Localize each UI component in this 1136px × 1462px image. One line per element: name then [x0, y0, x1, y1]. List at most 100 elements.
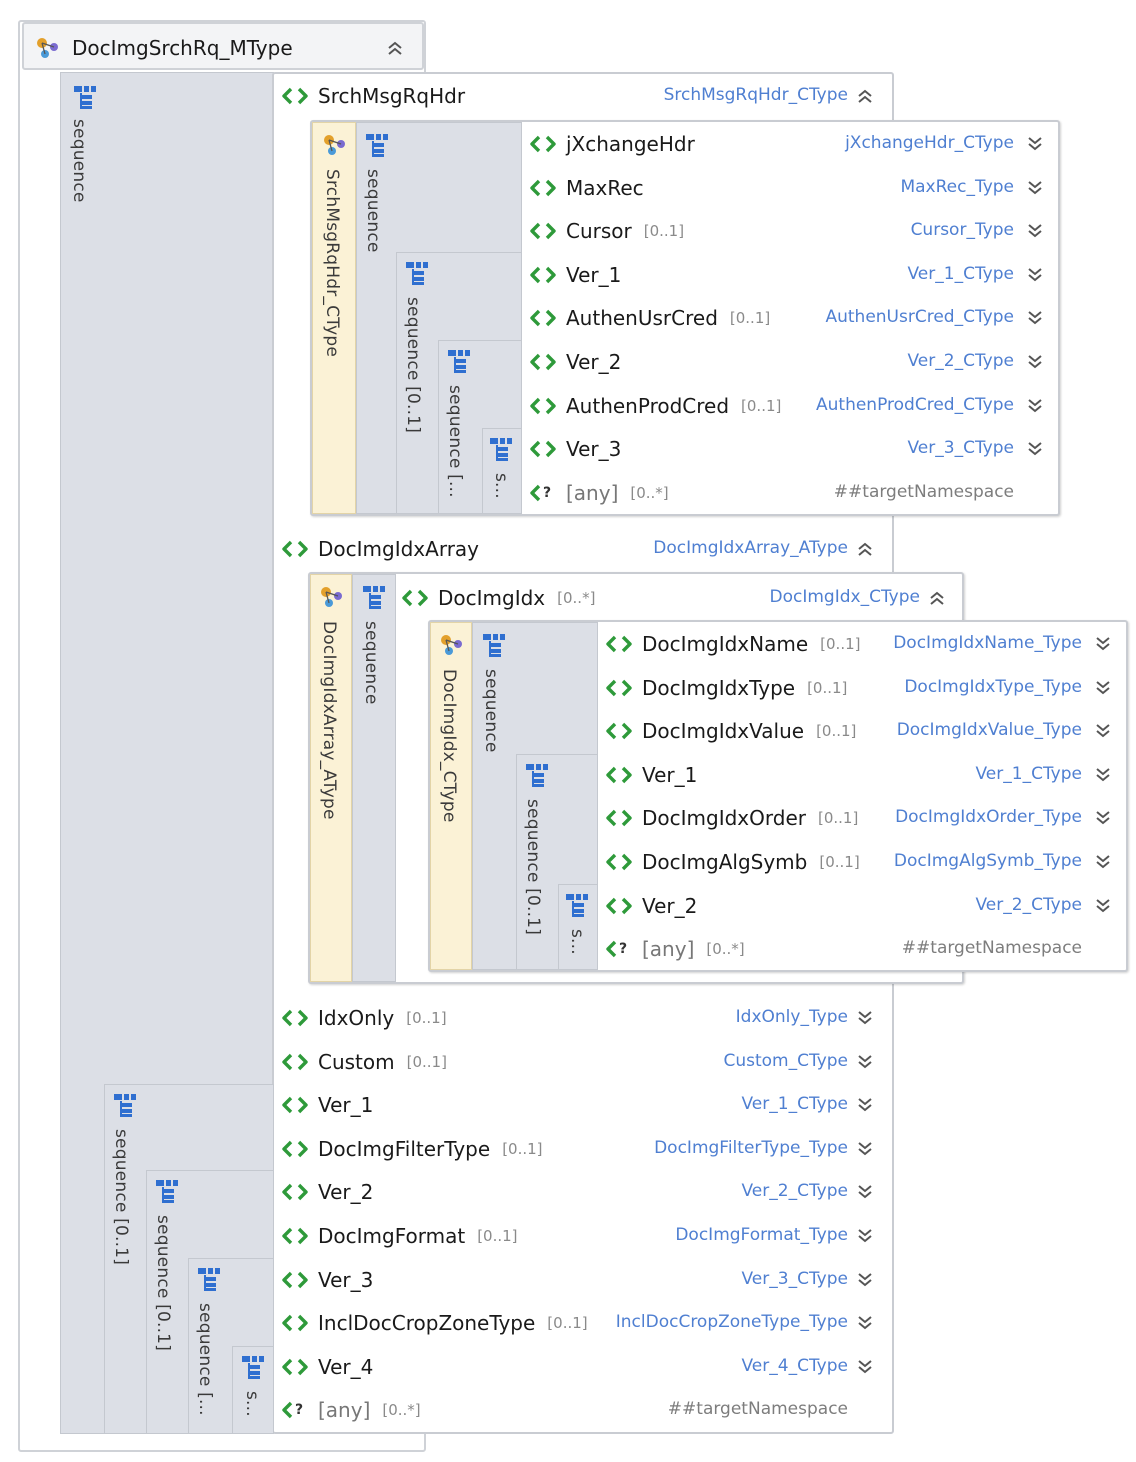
any-element-row[interactable]: [any] [0..*] ##targetNamespace	[530, 473, 1058, 513]
element-authenprodcred[interactable]: AuthenProdCred [0..1] AuthenProdCred_CType	[530, 386, 1058, 426]
root-header[interactable]: DocImgSrchRq_MType	[22, 22, 424, 70]
element-cardinality: [0..*]	[706, 940, 745, 959]
element-type[interactable]: DocImgAlgSymb_Type	[894, 851, 1082, 871]
expand-icon[interactable]	[1026, 179, 1044, 197]
element-cursor[interactable]: Cursor [0..1] Cursor_Type	[530, 211, 1058, 251]
element-ver-2[interactable]: Ver_2 Ver_2_CType	[606, 886, 1126, 926]
expand-icon[interactable]	[1094, 635, 1112, 653]
element-ver-4[interactable]: Ver_4 Ver_4_CType	[282, 1347, 882, 1387]
element-srchmsgrqhdr[interactable]: SrchMsgRqHdr SrchMsgRqHdr_CType	[282, 76, 882, 116]
element-type[interactable]: Ver_2_CType	[742, 1181, 849, 1201]
element-docimgidxtype[interactable]: DocImgIdxType [0..1] DocImgIdxType_Type	[606, 668, 1126, 708]
expand-icon[interactable]	[856, 1009, 874, 1027]
element-type[interactable]: DocImgIdx_CType	[770, 587, 921, 607]
element-authenusrcred[interactable]: AuthenUsrCred [0..1] AuthenUsrCred_CType	[530, 298, 1058, 338]
element-name: MaxRec	[566, 175, 644, 200]
element-docimgidxvalue[interactable]: DocImgIdxValue [0..1] DocImgIdxValue_Type	[606, 711, 1126, 751]
any-element-row[interactable]: [any] [0..*] ##targetNamespace	[282, 1390, 882, 1430]
element-type[interactable]: InclDocCropZoneType_Type	[616, 1312, 848, 1332]
expand-icon[interactable]	[1026, 135, 1044, 153]
element-ver-2[interactable]: Ver_2 Ver_2_CType	[530, 342, 1058, 382]
element-ver-1[interactable]: Ver_1 Ver_1_CType	[282, 1085, 882, 1125]
element-type[interactable]: Ver_3_CType	[908, 438, 1015, 458]
element-docimgidx[interactable]: DocImgIdx [0..*] DocImgIdx_CType	[402, 578, 958, 618]
element-ver-1[interactable]: Ver_1 Ver_1_CType	[530, 255, 1058, 295]
element-name: SrchMsgRqHdr	[318, 84, 466, 108]
collapse-icon[interactable]	[928, 589, 946, 607]
element-docimgformat[interactable]: DocImgFormat [0..1] DocImgFormat_Type	[282, 1216, 882, 1256]
element-type[interactable]: Cursor_Type	[911, 220, 1014, 240]
element-type[interactable]: AuthenProdCred_CType	[816, 395, 1014, 415]
element-icon	[606, 635, 632, 653]
element-ver-1[interactable]: Ver_1 Ver_1_CType	[606, 755, 1126, 795]
element-jxchangehdr[interactable]: jXchangeHdr jXchangeHdr_CType	[530, 124, 1058, 164]
expand-icon[interactable]	[1026, 397, 1044, 415]
element-type[interactable]: jXchangeHdr_CType	[845, 133, 1014, 153]
element-type[interactable]: Ver_1_CType	[976, 764, 1083, 784]
collapse-icon[interactable]	[386, 39, 404, 57]
element-ver-2[interactable]: Ver_2 Ver_2_CType	[282, 1172, 882, 1212]
element-type[interactable]: DocImgIdxValue_Type	[897, 720, 1082, 740]
element-icon	[530, 440, 556, 458]
element-docimgfiltertype[interactable]: DocImgFilterType [0..1] DocImgFilterType_T…	[282, 1129, 882, 1169]
element-docimgidxname[interactable]: DocImgIdxName [0..1] DocImgIdxName_Type	[606, 624, 1126, 664]
element-type[interactable]: Ver_1_CType	[908, 264, 1015, 284]
element-name: Ver_1	[566, 262, 622, 287]
expand-icon[interactable]	[1026, 309, 1044, 327]
expand-icon[interactable]	[1026, 266, 1044, 284]
complex-type-label: SrchMsgRqHdr_CType	[322, 169, 342, 358]
expand-icon[interactable]	[856, 1314, 874, 1332]
expand-icon[interactable]	[1094, 722, 1112, 740]
element-type[interactable]: Ver_4_CType	[742, 1356, 849, 1376]
expand-icon[interactable]	[1094, 897, 1112, 915]
element-idxonly[interactable]: IdxOnly [0..1] IdxOnly_Type	[282, 998, 882, 1038]
expand-icon[interactable]	[856, 1271, 874, 1289]
element-type[interactable]: Custom_CType	[723, 1051, 848, 1071]
expand-icon[interactable]	[1094, 766, 1112, 784]
expand-icon[interactable]	[1094, 853, 1112, 871]
element-type[interactable]: Ver_3_CType	[742, 1269, 849, 1289]
element-icon	[282, 540, 308, 558]
expand-icon[interactable]	[856, 1140, 874, 1158]
element-type[interactable]: MaxRec_Type	[900, 177, 1014, 197]
element-type[interactable]: DocImgIdxName_Type	[893, 633, 1082, 653]
expand-icon[interactable]	[1026, 440, 1044, 458]
element-type[interactable]: Ver_1_CType	[742, 1094, 849, 1114]
element-type[interactable]: DocImgIdxArray_AType	[653, 538, 848, 558]
element-ver-3[interactable]: Ver_3 Ver_3_CType	[282, 1260, 882, 1300]
element-docimgidxorder[interactable]: DocImgIdxOrder [0..1] DocImgIdxOrder_Type	[606, 798, 1126, 838]
collapse-icon[interactable]	[856, 540, 874, 558]
collapse-icon[interactable]	[856, 87, 874, 105]
element-type[interactable]: Ver_2_CType	[976, 895, 1083, 915]
expand-icon[interactable]	[1026, 353, 1044, 371]
element-docimgidxarray[interactable]: DocImgIdxArray DocImgIdxArray_AType	[282, 529, 882, 569]
element-type[interactable]: DocImgFilterType_Type	[654, 1138, 848, 1158]
expand-icon[interactable]	[856, 1096, 874, 1114]
element-icon	[530, 135, 556, 153]
element-name: jXchangeHdr	[566, 132, 695, 156]
element-type[interactable]: DocImgIdxType_Type	[904, 677, 1082, 697]
element-maxrec[interactable]: MaxRec MaxRec_Type	[530, 168, 1058, 208]
element-ver-3[interactable]: Ver_3 Ver_3_CType	[530, 429, 1058, 469]
expand-icon[interactable]	[856, 1053, 874, 1071]
element-docimgalgsymb[interactable]: DocImgAlgSymb [0..1] DocImgAlgSymb_Type	[606, 842, 1126, 882]
element-custom[interactable]: Custom [0..1] Custom_CType	[282, 1042, 882, 1082]
element-type[interactable]: DocImgFormat_Type	[675, 1225, 848, 1245]
element-type[interactable]: IdxOnly_Type	[736, 1007, 848, 1027]
element-name: DocImgIdxType	[642, 675, 796, 700]
sequence-icon	[156, 1180, 178, 1203]
expand-icon[interactable]	[856, 1183, 874, 1201]
element-type[interactable]: DocImgIdxOrder_Type	[895, 807, 1082, 827]
element-type[interactable]: Ver_2_CType	[908, 351, 1015, 371]
expand-icon[interactable]	[1026, 222, 1044, 240]
complex-type-label: DocImgIdxArray_AType	[319, 621, 339, 820]
expand-icon[interactable]	[856, 1227, 874, 1245]
sequence-label: sequence [0..1]	[153, 1215, 173, 1352]
expand-icon[interactable]	[1094, 809, 1112, 827]
expand-icon[interactable]	[1094, 679, 1112, 697]
element-incldoccropzonetype[interactable]: InclDocCropZoneType [0..1] InclDocCropZone…	[282, 1303, 882, 1343]
any-element-row[interactable]: [any] [0..*] ##targetNamespace	[606, 929, 1126, 969]
element-type[interactable]: SrchMsgRqHdr_CType	[664, 85, 848, 105]
element-type[interactable]: AuthenUsrCred_CType	[825, 307, 1014, 327]
expand-icon[interactable]	[856, 1358, 874, 1376]
